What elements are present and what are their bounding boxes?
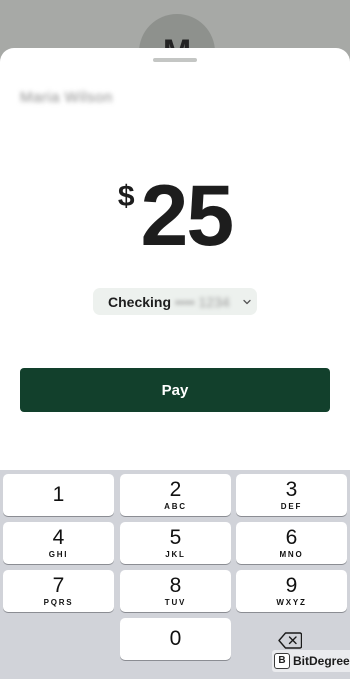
account-selector[interactable]: Checking •••• 1234 [93,288,257,315]
account-number-masked: •••• 1234 [175,293,230,310]
key-digit: 5 [169,526,182,549]
key-digit: 4 [52,526,65,549]
keypad-key[interactable]: 6 MNO [236,522,347,564]
account-label: Checking [108,293,172,310]
watermark-text: BitDegree [293,654,350,668]
keypad-key[interactable]: 5 JKL [120,522,231,564]
bitdegree-watermark: B BitDegree [272,650,350,672]
key-letters: MNO [279,550,304,559]
amount-display: $25 [0,168,350,264]
keypad-key[interactable]: 7 PQRS [3,570,114,612]
currency-symbol: $ [117,180,135,213]
key-letters: GHI [48,550,69,559]
key-digit: 9 [285,574,298,597]
keypad-key[interactable]: 9 WXYZ [236,570,347,612]
keypad-key[interactable]: 8 TUV [120,570,231,612]
key-letters: TUV [164,598,187,607]
key-digit: 6 [285,526,298,549]
key-digit: 0 [169,627,182,650]
key-letters: JKL [165,550,186,559]
bitdegree-logo-icon: B [274,653,290,669]
pay-button[interactable]: Pay [20,368,330,412]
keypad-key[interactable]: 1 [3,474,114,516]
key-digit: 7 [52,574,65,597]
keypad-key[interactable]: 3 DEF [236,474,347,516]
keypad-key[interactable]: 4 GHI [3,522,114,564]
keypad-key[interactable]: 2 ABC [120,474,231,516]
amount-value: 25 [140,168,235,264]
backspace-icon [278,631,302,649]
key-letters: PQRS [43,598,74,607]
key-letters: ABC [164,502,187,511]
delete-key[interactable] [270,628,310,652]
key-digit: 2 [169,478,182,501]
key-letters: DEF [280,502,303,511]
recipient-name: Maria Wilson [20,89,113,106]
key-digit: 8 [169,574,182,597]
keypad-key[interactable]: 0 [120,618,231,660]
key-letters: WXYZ [276,598,307,607]
key-digit: 3 [285,478,298,501]
key-digit: 1 [52,483,65,506]
chevron-down-icon [243,299,251,304]
sheet-grabber-handle[interactable] [153,58,197,62]
